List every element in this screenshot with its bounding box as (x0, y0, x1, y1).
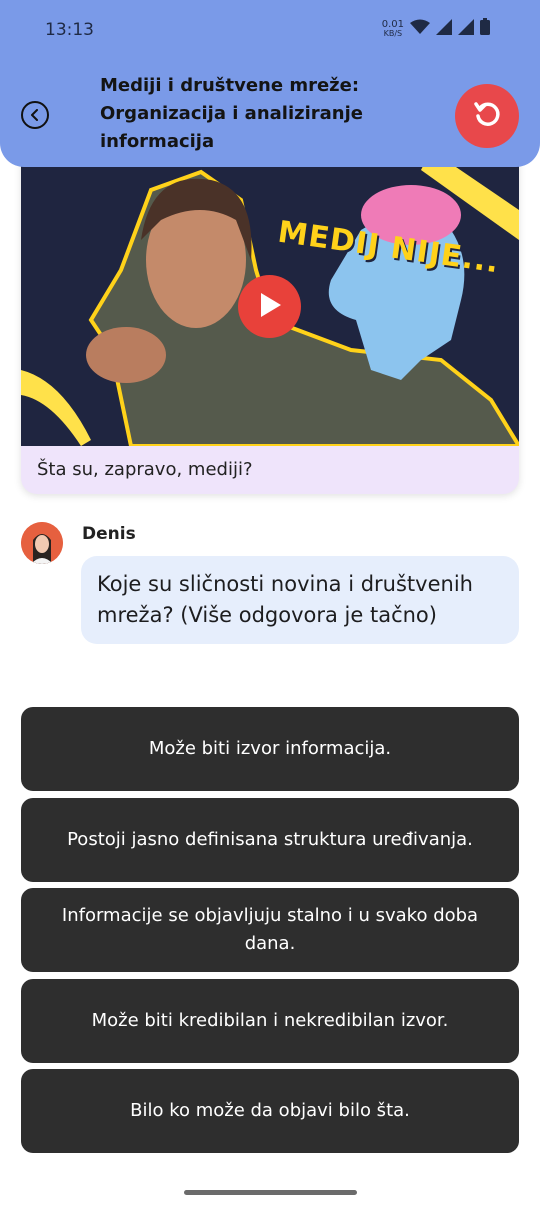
reset-icon (472, 99, 502, 133)
battery-icon (480, 18, 490, 39)
play-button[interactable] (238, 275, 301, 338)
signal-icon-2 (458, 18, 474, 39)
message-bubble: Koje su sličnosti novina i društvenih mr… (81, 556, 519, 644)
answer-option-2[interactable]: Postoji jasno definisana struktura uređi… (21, 798, 519, 882)
avatar (21, 522, 63, 564)
header: 13:13 0.01 KB/S Mediji i društvene mreže… (0, 0, 540, 167)
net-speed: 0.01 KB/S (381, 18, 404, 38)
answer-option-5[interactable]: Bilo ko može da objavi bilo šta. (21, 1069, 519, 1153)
status-time: 13:13 (45, 20, 94, 40)
back-button[interactable] (21, 101, 49, 129)
status-icons: 0.01 KB/S (382, 18, 490, 39)
home-indicator[interactable] (184, 1190, 357, 1195)
play-icon (258, 292, 282, 322)
answer-option-1[interactable]: Može biti izvor informacija. (21, 707, 519, 791)
wifi-icon (410, 19, 430, 39)
net-speed-value: 0.01 (381, 18, 404, 30)
message-author: Denis (82, 524, 136, 544)
net-speed-unit: KB/S (383, 28, 403, 38)
reset-button[interactable] (455, 84, 519, 148)
video-caption: Šta su, zapravo, mediji? (37, 459, 253, 480)
signal-icon (436, 18, 452, 39)
answer-option-4[interactable]: Može biti kredibilan i nekredibilan izvo… (21, 979, 519, 1063)
page-title: Mediji i društvene mreže: Organizacija i… (100, 75, 363, 152)
answer-option-3[interactable]: Informacije se objavljuju stalno i u sva… (21, 888, 519, 972)
back-arrow-icon (29, 106, 41, 125)
